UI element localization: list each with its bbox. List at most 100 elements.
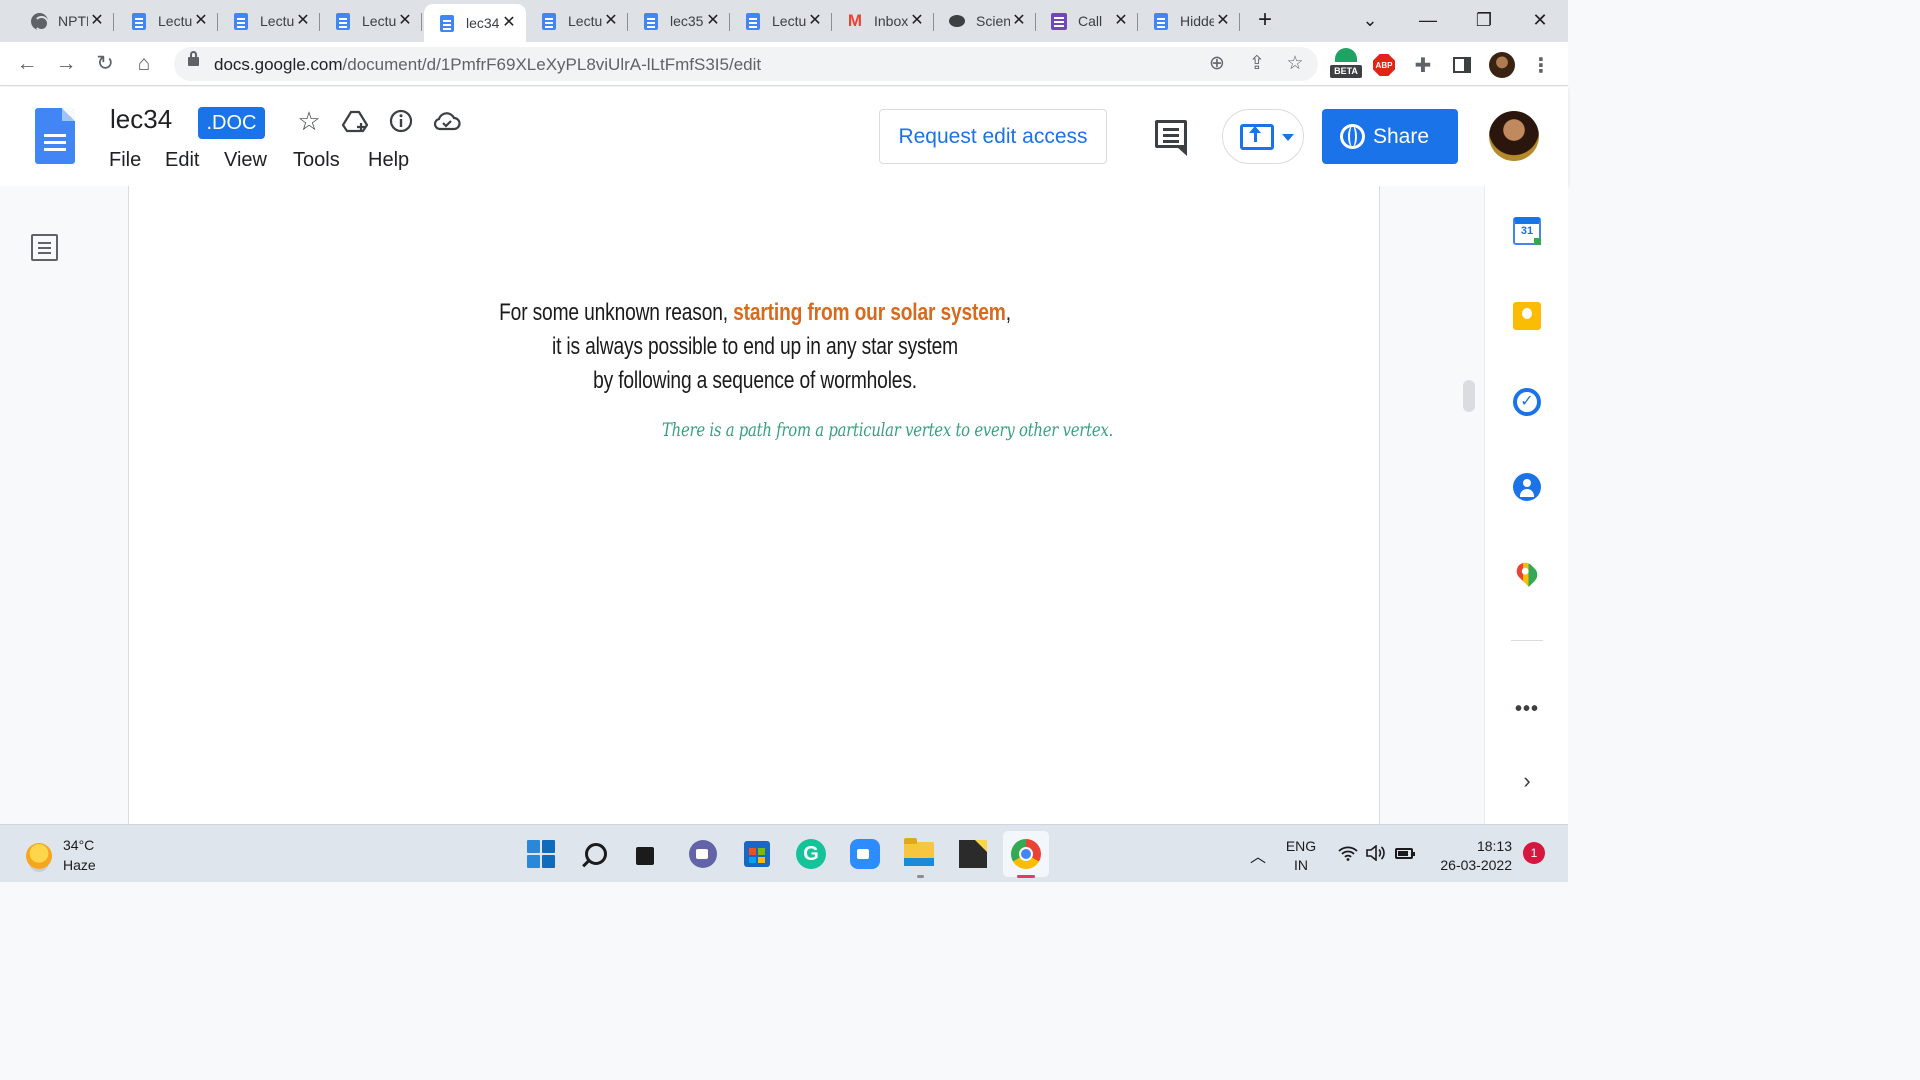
vertical-scrollbar[interactable] [1463, 380, 1475, 412]
tab-lecture[interactable]: Lecture ✕ [320, 4, 422, 38]
close-window-icon[interactable]: ✕ [1522, 6, 1558, 34]
info-icon[interactable] [386, 106, 416, 136]
document-outline-icon[interactable] [31, 234, 58, 261]
new-tab-button[interactable]: + [1252, 8, 1278, 34]
close-tab-icon[interactable]: ✕ [192, 12, 210, 30]
start-windows-icon[interactable] [524, 837, 558, 871]
document-title[interactable]: lec34 [110, 104, 172, 135]
browser-toolbar: ← → ↻ ⌂ docs.google.com/document/d/1Pmfr… [0, 42, 1568, 86]
chrome-icon[interactable] [1009, 837, 1043, 871]
reload-icon[interactable]: ↻ [92, 51, 118, 77]
tab-lec35[interactable]: lec35 ✕ [628, 4, 730, 38]
close-tab-icon[interactable]: ✕ [88, 12, 106, 30]
tab-title: Lecture [568, 13, 602, 29]
cloud-saved-icon[interactable] [432, 106, 462, 136]
tab-hidden[interactable]: Hidden ✕ [1138, 4, 1240, 38]
wifi-icon[interactable] [1337, 843, 1359, 863]
tab-lecture[interactable]: Lecture ✕ [218, 4, 320, 38]
search-icon[interactable] [579, 837, 613, 871]
close-tab-icon[interactable]: ✕ [1214, 12, 1232, 30]
clock-date: 26-03-2022 [1440, 857, 1512, 873]
restore-icon[interactable]: ❐ [1466, 6, 1502, 34]
tab-search-icon[interactable]: ⌄ [1352, 6, 1388, 34]
show-hidden-icons-icon[interactable]: ︿ [1250, 843, 1266, 867]
teams-chat-icon[interactable] [686, 837, 720, 871]
lang-region: IN [1294, 857, 1308, 873]
forward-icon[interactable]: → [53, 51, 79, 77]
minimize-icon[interactable]: — [1410, 6, 1446, 34]
menu-view[interactable]: View [224, 149, 267, 172]
more-addons-icon[interactable]: ••• [1512, 694, 1542, 724]
calendar-icon[interactable]: 31 [1512, 216, 1542, 246]
home-icon[interactable]: ⌂ [131, 51, 157, 77]
docs-logo-icon[interactable] [35, 108, 75, 164]
present-button[interactable] [1222, 109, 1304, 164]
comment-history-icon[interactable] [1155, 120, 1187, 156]
clock-time: 18:13 [1476, 838, 1512, 854]
sticky-notes-icon[interactable] [956, 837, 990, 871]
weather-icon[interactable] [26, 843, 52, 869]
microsoft-store-icon[interactable] [740, 837, 774, 871]
share-button[interactable]: Share [1322, 109, 1458, 164]
maps-icon[interactable] [1512, 558, 1542, 588]
back-icon[interactable]: ← [14, 51, 40, 77]
grammarly-icon[interactable]: G [794, 837, 828, 871]
weather-description[interactable]: Haze [63, 857, 96, 873]
close-tab-icon[interactable]: ✕ [704, 12, 722, 30]
weather-temperature[interactable]: 34°C [63, 837, 94, 853]
bookmark-star-icon[interactable]: ☆ [1282, 51, 1308, 77]
expand-panel-icon[interactable]: › [1512, 766, 1542, 796]
move-to-drive-icon[interactable] [340, 106, 370, 136]
notification-badge[interactable]: 1 [1523, 842, 1545, 864]
request-edit-access-button[interactable]: Request edit access [879, 109, 1107, 164]
url-text[interactable]: docs.google.com/document/d/1PmfrF69XLeXy… [214, 55, 761, 75]
volume-icon[interactable] [1364, 843, 1386, 863]
close-tab-icon[interactable]: ✕ [396, 12, 414, 30]
docs-icon [130, 12, 148, 30]
tab-lecture[interactable]: Lecture ✕ [730, 4, 832, 38]
close-tab-icon[interactable]: ✕ [294, 12, 312, 30]
address-bar[interactable]: docs.google.com/document/d/1PmfrF69XLeXy… [174, 47, 1318, 81]
tab-title: Science [976, 13, 1010, 29]
menu-edit[interactable]: Edit [165, 149, 199, 172]
extensions-puzzle-icon[interactable]: ✚ [1409, 51, 1437, 79]
close-tab-icon[interactable]: ✕ [500, 14, 518, 32]
zoom-app-icon[interactable] [848, 837, 882, 871]
close-tab-icon[interactable]: ✕ [806, 12, 824, 30]
menu-tools[interactable]: Tools [293, 149, 340, 172]
profile-avatar[interactable] [1488, 51, 1516, 79]
close-tab-icon[interactable]: ✕ [1010, 12, 1028, 30]
browser-menu-icon[interactable]: ⋮ [1527, 51, 1555, 79]
star-icon[interactable]: ☆ [294, 106, 324, 136]
tab-lecture[interactable]: Lecture ✕ [116, 4, 218, 38]
tab-lec34-active[interactable]: lec34 ✕ [424, 4, 526, 42]
menu-help[interactable]: Help [368, 149, 409, 172]
adblock-icon[interactable]: ABP [1370, 51, 1398, 79]
close-tab-icon[interactable]: ✕ [602, 12, 620, 30]
input-language[interactable]: ENG IN [1285, 837, 1317, 875]
tab-nptel[interactable]: NPTEL ✕ [16, 4, 114, 38]
beta-extension-icon[interactable]: BETA [1330, 48, 1362, 78]
keep-icon[interactable] [1512, 301, 1542, 331]
tab-lecture[interactable]: Lecture ✕ [526, 4, 628, 38]
system-clock[interactable]: 18:13 26-03-2022 [1420, 837, 1512, 875]
tab-inbox[interactable]: M Inbox ✕ [832, 4, 934, 38]
close-tab-icon[interactable]: ✕ [1112, 12, 1130, 30]
zoom-icon[interactable]: ⊕ [1204, 51, 1230, 77]
account-avatar[interactable] [1489, 111, 1539, 161]
file-explorer-icon[interactable] [902, 837, 936, 871]
side-panel-icon[interactable] [1448, 51, 1476, 79]
battery-icon[interactable] [1393, 843, 1415, 863]
tab-science[interactable]: Science ✕ [934, 4, 1036, 38]
document-page[interactable]: For some unknown reason, starting from o… [128, 186, 1380, 824]
close-tab-icon[interactable]: ✕ [908, 12, 926, 30]
lock-icon[interactable] [188, 51, 199, 66]
tasks-icon[interactable]: ✓ [1512, 387, 1542, 417]
task-view-icon[interactable] [631, 837, 665, 871]
tab-title: Lecture [772, 13, 806, 29]
tab-call[interactable]: Call ✕ [1036, 4, 1138, 38]
share-page-icon[interactable]: ⇪ [1244, 51, 1270, 77]
contacts-icon[interactable] [1512, 472, 1542, 502]
present-arrow [1249, 126, 1261, 142]
menu-file[interactable]: File [109, 149, 141, 172]
